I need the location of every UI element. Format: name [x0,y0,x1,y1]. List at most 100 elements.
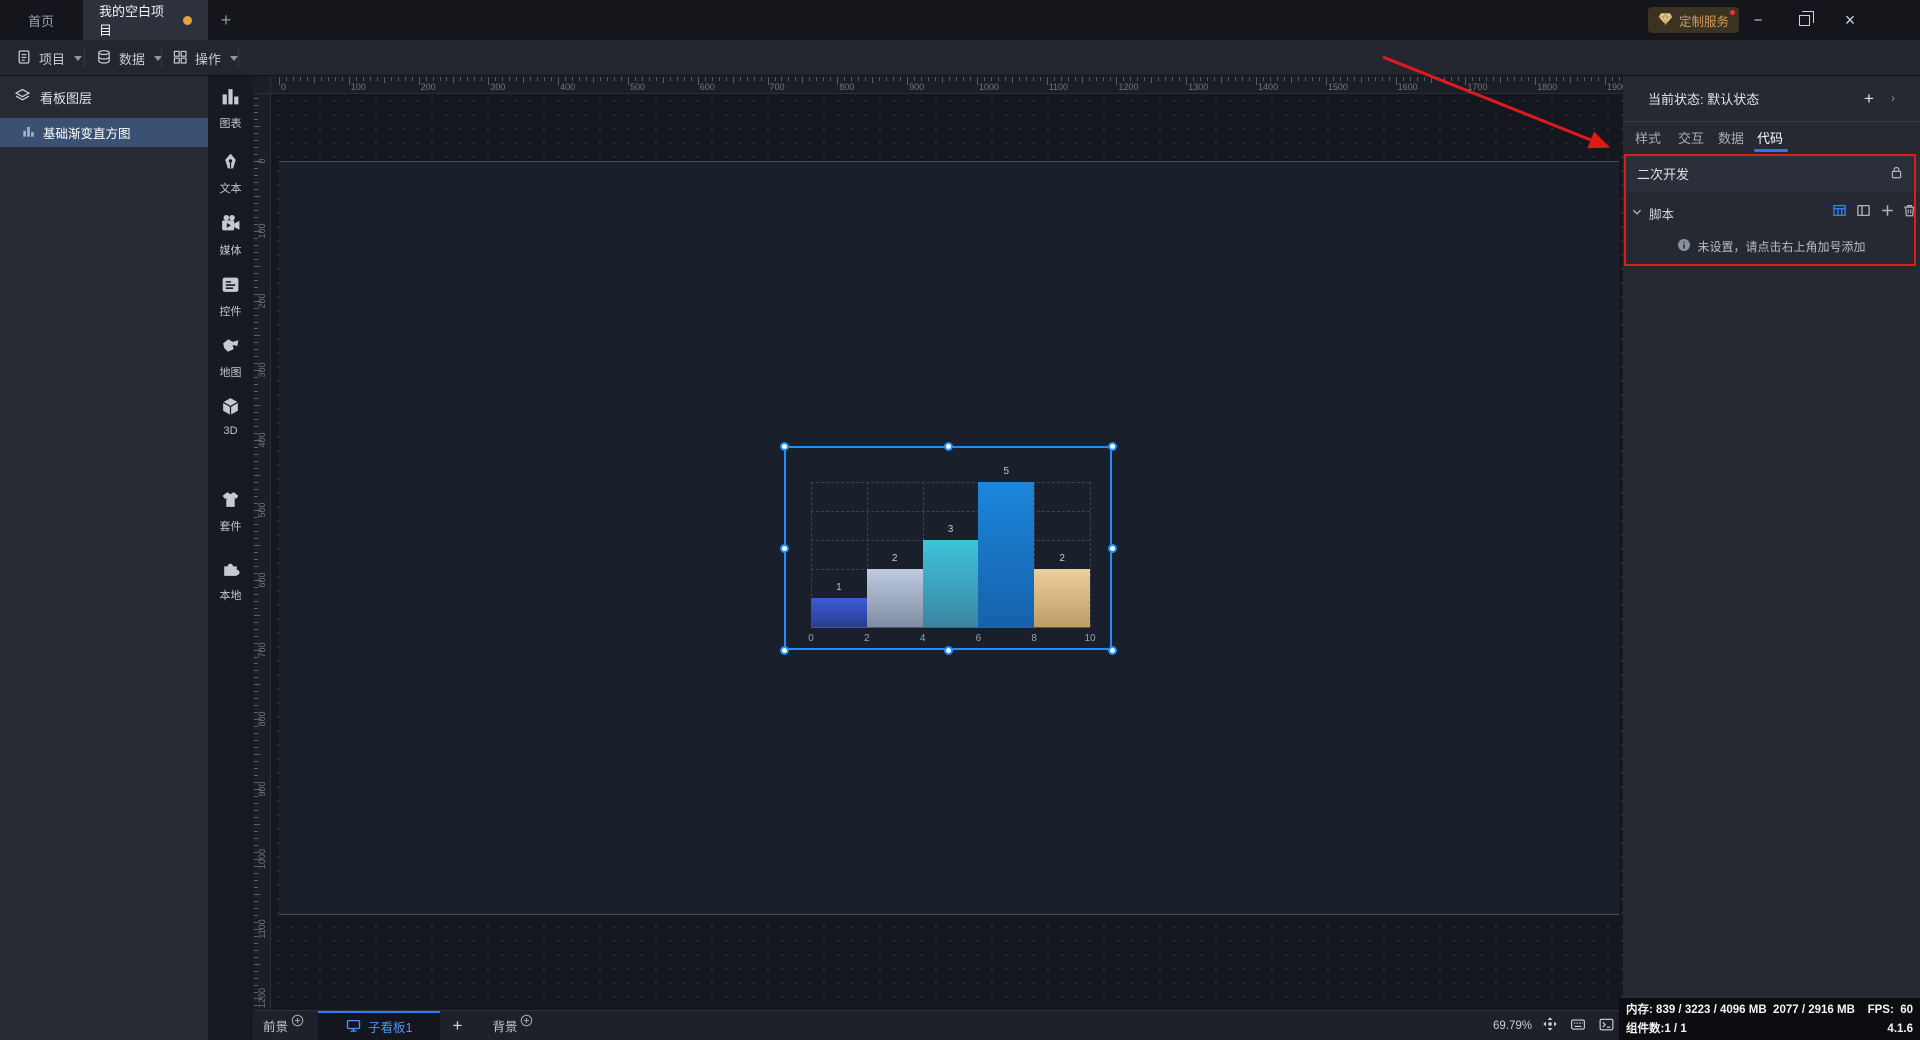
ruler-tick [254,426,258,427]
tab-home[interactable]: 首页 [12,0,70,40]
ruler-tick [649,77,650,81]
selection-handle[interactable] [780,442,789,451]
inspector-tab-2[interactable]: 交互 [1678,122,1704,152]
zoom-level[interactable]: 69.79% [1493,1020,1532,1032]
ruler-tick [254,482,258,483]
ruler-tick [1479,77,1480,81]
dock-item-3[interactable]: 媒体 [220,213,242,258]
dock-item-8[interactable]: 本地 [220,558,242,603]
ruler-tick [1005,77,1006,81]
histogram-component[interactable]: 024681012352 [784,446,1112,650]
layout-view-button[interactable] [1856,203,1871,223]
inspector-tab-3[interactable]: 数据 [1718,122,1744,152]
ruler-tick [254,964,260,965]
chart-icon [220,86,241,112]
selection-handle[interactable] [1108,646,1117,655]
ruler-tick [254,740,258,741]
dock-item-2[interactable]: 文本 [220,151,242,196]
ruler-tick [1340,77,1341,81]
secondary-dev-section-header[interactable]: 二次开发 [1623,155,1920,192]
ruler-tick [254,691,258,692]
divider [238,48,239,68]
menu-data[interactable]: 数据 [96,40,162,76]
ruler-tick [998,77,999,81]
chevron-down-icon [230,56,238,61]
custom-service-badge[interactable]: 定制服务 [1648,7,1739,33]
ruler-tick [254,489,258,490]
add-foreground-button[interactable] [291,1014,304,1030]
add-script-button[interactable] [1880,203,1895,223]
ruler-tick [377,77,378,81]
ruler-tick [781,77,782,81]
dock-item-label: 套件 [220,518,242,534]
layer-item-histogram[interactable]: 基础渐变直方图 [0,118,208,147]
ruler-tick [349,77,350,85]
ruler-tick [1200,77,1201,81]
new-tab-button[interactable]: + [208,0,244,40]
inspector-tab-4[interactable]: 代码 [1757,122,1783,152]
ruler-tick [1333,77,1334,81]
selection-handle[interactable] [1108,544,1117,553]
tab-current-project[interactable]: 我的空白项目 [83,0,208,40]
ruler-tick [1431,77,1432,83]
menu-actions[interactable]: 操作 [172,40,238,76]
inspector-tab-1[interactable]: 样式 [1635,122,1661,152]
add-board-button[interactable]: + [440,1016,474,1036]
dock-item-6[interactable]: 3D [220,396,241,437]
ruler-label: 0 [281,82,286,92]
selection-handle[interactable] [780,544,789,553]
dock-item-1[interactable]: 图表 [220,86,242,131]
foreground-label[interactable]: 前景 [263,1016,288,1035]
board-tab-active[interactable]: 子看板1 [318,1011,440,1040]
ruler-tick [254,901,258,902]
keyboard-shortcuts-button[interactable] [1568,1017,1588,1035]
add-background-button[interactable] [520,1014,533,1030]
ruler-tick [254,705,258,706]
ruler-tick [509,77,510,81]
selection-handle[interactable] [780,646,789,655]
ruler-tick [286,77,287,81]
ruler-tick [254,252,258,253]
ruler-tick [300,77,301,81]
chevron-right-icon[interactable]: › [1891,91,1895,105]
fit-screen-button[interactable] [1542,1016,1558,1035]
ruler-tick [1221,77,1222,83]
ruler-tick [254,887,258,888]
dock-item-7[interactable]: 套件 [220,489,242,534]
ruler-tick [719,77,720,81]
dock-item-5[interactable]: 地图 [220,335,242,380]
dock-item-4[interactable]: 控件 [220,274,242,319]
chevron-down-icon [1631,206,1643,221]
ruler-tick [1096,77,1097,81]
menu-project[interactable]: 项目 [16,40,82,76]
ruler-tick [254,308,258,309]
delete-script-button[interactable] [1902,203,1917,223]
ruler-label: 1500 [1328,82,1348,92]
ruler-label: 1700 [1467,82,1487,92]
kit-icon [220,489,241,515]
text-icon [220,151,241,177]
ruler-tick [1521,77,1522,81]
ruler-tick [621,77,622,81]
script-row[interactable]: 脚本 [1623,196,1920,230]
selection-handle[interactable] [944,646,953,655]
ruler-tick [614,77,615,81]
restore-button[interactable] [1781,0,1827,40]
ruler-tick [1123,77,1124,81]
table-view-button[interactable] [1832,203,1847,223]
ruler-tick [956,77,957,81]
add-state-button[interactable]: + [1859,89,1879,109]
divider [161,48,162,68]
background-label[interactable]: 背景 [492,1016,517,1035]
ruler-tick [1500,77,1501,83]
lock-icon[interactable] [1889,165,1904,185]
media-icon [220,213,241,239]
ruler-tick [1556,77,1557,81]
selection-handle[interactable] [1108,442,1117,451]
console-button[interactable] [1598,1017,1615,1035]
minimize-button[interactable]: − [1735,0,1781,40]
document-icon [16,49,32,68]
selection-handle[interactable] [944,442,953,451]
close-button[interactable]: × [1827,0,1873,40]
ruler-tick [1605,77,1606,85]
